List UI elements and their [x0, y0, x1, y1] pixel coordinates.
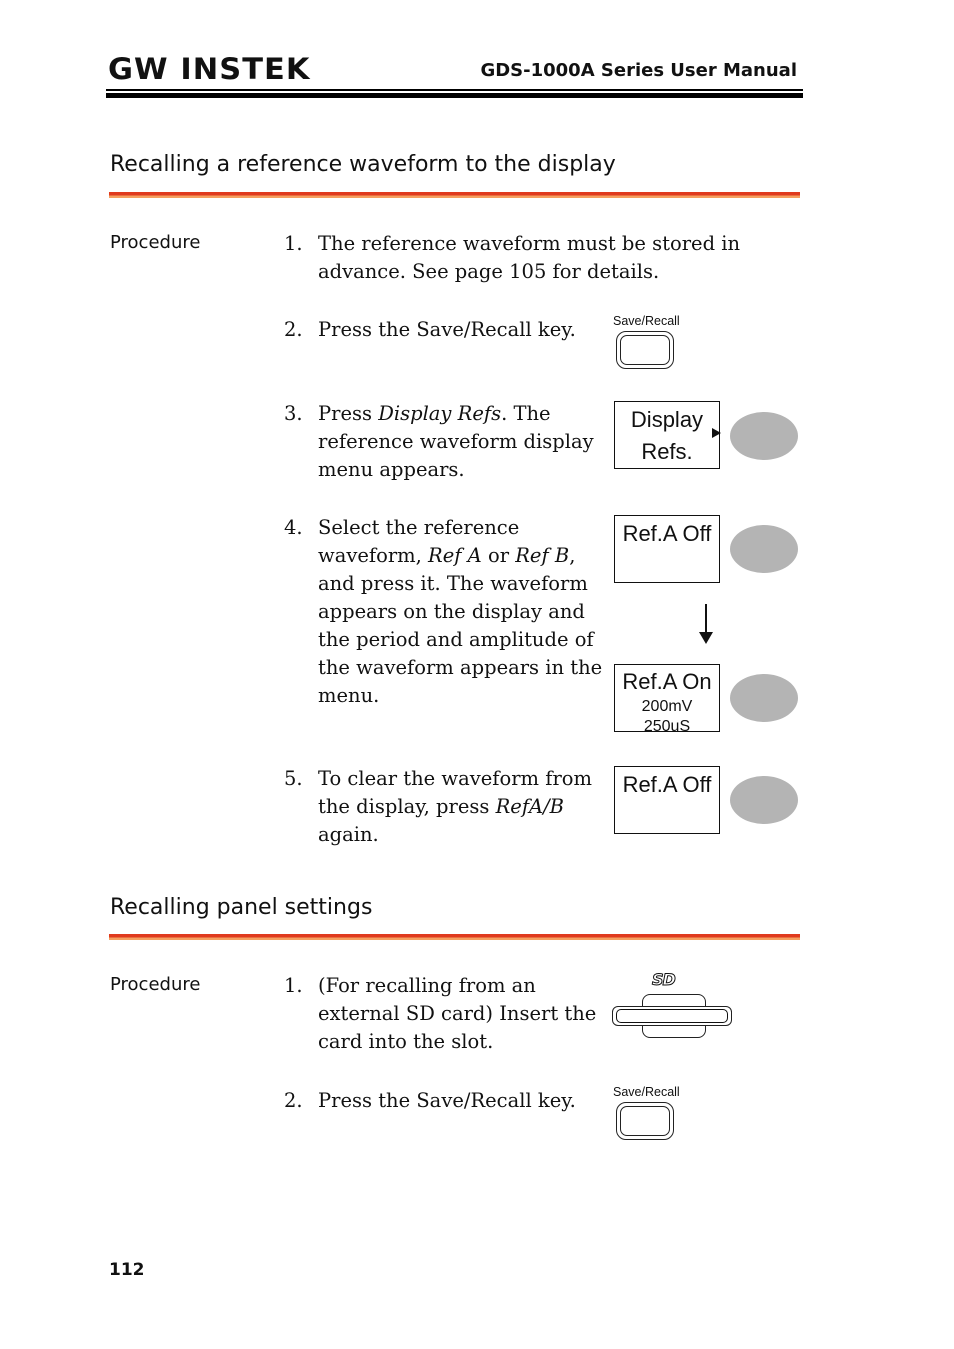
ref-a-off-again-menu-box: Ref.A Off — [614, 766, 720, 834]
step-number: 1. — [284, 232, 303, 255]
display-refs-menu-box: Display Refs. — [614, 401, 721, 469]
sd-logo-icon: SD — [652, 970, 677, 990]
ref-a-soft-button[interactable] — [730, 525, 798, 573]
step-text: Press the Save/Recall key. — [318, 318, 576, 341]
procedure-label: Procedure — [110, 232, 201, 253]
step-number: 2. — [284, 318, 303, 341]
ref-a-amplitude: 200mV — [641, 698, 693, 715]
ref-a-period: 250uS — [643, 718, 691, 735]
ref-a-off-label: Ref.A Off — [622, 521, 712, 546]
step-text: (For recalling from an external SD card)… — [318, 974, 597, 1053]
step-text: Press Display Refs. The reference wavefo… — [318, 402, 594, 481]
display-refs-line1: Display — [630, 407, 704, 432]
page-number: 112 — [109, 1260, 145, 1280]
save-recall-key[interactable] — [616, 331, 674, 369]
submenu-arrow-icon — [712, 428, 721, 438]
section-title-recall-panel: Recalling panel settings — [110, 895, 373, 920]
sd-card-slot[interactable] — [612, 994, 734, 1040]
arrow-down-head-icon — [699, 632, 713, 644]
step-number: 5. — [284, 767, 303, 790]
ref-a-off-again-label: Ref.A Off — [622, 772, 712, 797]
step-text: Press the Save/Recall key. — [318, 1089, 576, 1112]
ref-a-soft-button-clear[interactable] — [730, 776, 798, 824]
step-number: 1. — [284, 974, 303, 997]
section-rule — [109, 934, 800, 940]
header-rule-thin — [106, 89, 803, 91]
ref-a-on-menu-box: Ref.A On 200mV 250uS — [614, 664, 720, 735]
procedure-label: Procedure — [110, 974, 201, 995]
step-number: 3. — [284, 402, 303, 425]
header-rule-thick — [106, 93, 803, 98]
step-text: To clear the waveform from the display, … — [318, 767, 593, 846]
ref-a-off-menu-box: Ref.A Off — [614, 515, 720, 583]
ref-a-soft-button-on[interactable] — [730, 674, 798, 722]
sd-slot-inner — [616, 1009, 728, 1023]
display-refs-soft-button[interactable] — [730, 412, 798, 460]
section-title-recall-reference: Recalling a reference waveform to the di… — [110, 152, 616, 177]
section-rule — [109, 192, 800, 198]
step-text: Select the reference waveform, Ref A or … — [318, 516, 603, 707]
ref-a-on-label: Ref.A On — [622, 669, 712, 694]
step-number: 4. — [284, 516, 303, 539]
gw-instek-logo: GW INSTEK — [108, 52, 311, 86]
manual-title: GDS-1000A Series User Manual — [480, 60, 797, 81]
step-text: The reference waveform must be stored in… — [318, 232, 741, 283]
save-recall-key-label: Save/Recall — [613, 314, 680, 328]
save-recall-key[interactable] — [616, 1102, 674, 1140]
save-recall-key-label: Save/Recall — [613, 1085, 680, 1099]
step-number: 2. — [284, 1089, 303, 1112]
display-refs-line2: Refs. — [641, 439, 693, 464]
